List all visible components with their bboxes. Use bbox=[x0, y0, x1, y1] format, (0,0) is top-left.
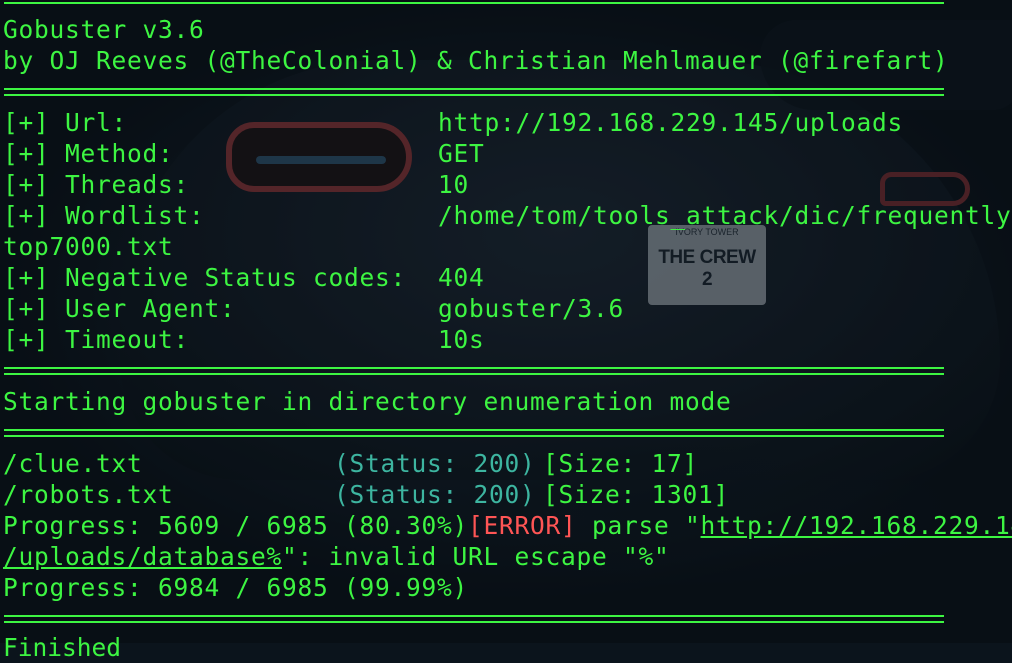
result-path: /clue.txt bbox=[3, 449, 143, 478]
separator bbox=[4, 615, 944, 623]
tool-authors: by OJ Reeves (@TheColonial) & Christian … bbox=[3, 46, 949, 75]
config-value-timeout: 10s bbox=[438, 325, 485, 354]
config-label-threads: [+] Threads: bbox=[3, 170, 190, 199]
error-url-link-continued[interactable]: /uploads/database% bbox=[3, 542, 282, 571]
error-tag: [ERROR] bbox=[468, 511, 577, 540]
config-label-method: [+] Method: bbox=[3, 139, 174, 168]
config-value-url: http://192.168.229.145/uploads bbox=[438, 108, 904, 137]
terminal-window[interactable]: Gobuster v3.6 by OJ Reeves (@TheColonial… bbox=[0, 0, 1012, 662]
finished-message: Finished bbox=[3, 633, 122, 662]
result-size: [Size: 17] bbox=[543, 449, 699, 478]
separator bbox=[4, 429, 944, 437]
error-message-start: parse " bbox=[576, 511, 701, 540]
error-continuation-line: /uploads/database%": invalid URL escape … bbox=[3, 541, 670, 572]
config-label-url: [+] Url: bbox=[3, 108, 128, 137]
config-value-user-agent: gobuster/3.6 bbox=[438, 294, 625, 323]
separator bbox=[4, 88, 944, 96]
config-value-method: GET bbox=[438, 139, 485, 168]
config-value-negative-status: 404 bbox=[438, 263, 485, 292]
error-message-end: ": invalid URL escape "%" bbox=[282, 542, 670, 571]
mode-message: Starting gobuster in directory enumerati… bbox=[3, 387, 732, 416]
tool-title: Gobuster v3.6 bbox=[3, 15, 205, 44]
config-value-wordlist: /home/tom/tools_attack/dic/frequently/ bbox=[438, 201, 1012, 230]
config-label-timeout: [+] Timeout: bbox=[3, 325, 190, 354]
progress-final: Progress: 6984 / 6985 (99.99%) bbox=[3, 573, 469, 602]
result-path: /robots.txt bbox=[3, 480, 174, 509]
config-value-wordlist-continuation: top7000.txt bbox=[3, 232, 174, 261]
config-label-wordlist: [+] Wordlist: bbox=[3, 201, 205, 230]
config-label-negative-status: [+] Negative Status codes: bbox=[3, 263, 407, 292]
separator-top bbox=[4, 0, 944, 4]
separator bbox=[4, 367, 944, 375]
result-size: [Size: 1301] bbox=[543, 480, 730, 509]
result-status: (Status: 200) bbox=[334, 480, 536, 509]
result-status: (Status: 200) bbox=[334, 449, 536, 478]
progress-error-line: Progress: 5609 / 6985 (80.30%)[ERROR] pa… bbox=[3, 510, 1012, 541]
config-label-user-agent: [+] User Agent: bbox=[3, 294, 236, 323]
progress-text: Progress: 5609 / 6985 (80.30%) bbox=[3, 511, 469, 540]
config-value-threads: 10 bbox=[438, 170, 470, 199]
error-url-link[interactable]: http://192.168.229.145 bbox=[701, 511, 1012, 540]
